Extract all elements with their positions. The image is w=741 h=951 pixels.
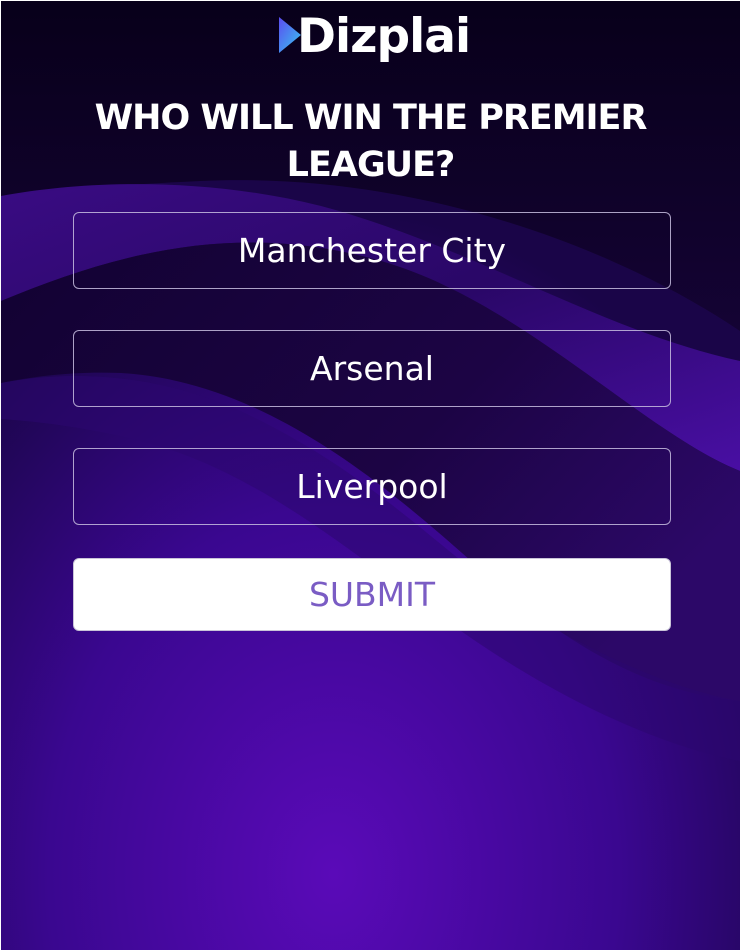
dizplai-logo: Dizplai [279, 7, 471, 71]
poll-screen: Dizplai WHO WILL WIN THE PREMIER LEAGUE?… [1, 1, 740, 950]
submit-button[interactable]: SUBMIT [73, 558, 671, 631]
poll-option-liverpool[interactable]: Liverpool [73, 448, 671, 525]
poll-option-arsenal[interactable]: Arsenal [73, 330, 671, 407]
poll-option-manchester-city[interactable]: Manchester City [73, 212, 671, 289]
logo-text: Dizplai [297, 9, 471, 64]
poll-question: WHO WILL WIN THE PREMIER LEAGUE? [94, 98, 648, 185]
